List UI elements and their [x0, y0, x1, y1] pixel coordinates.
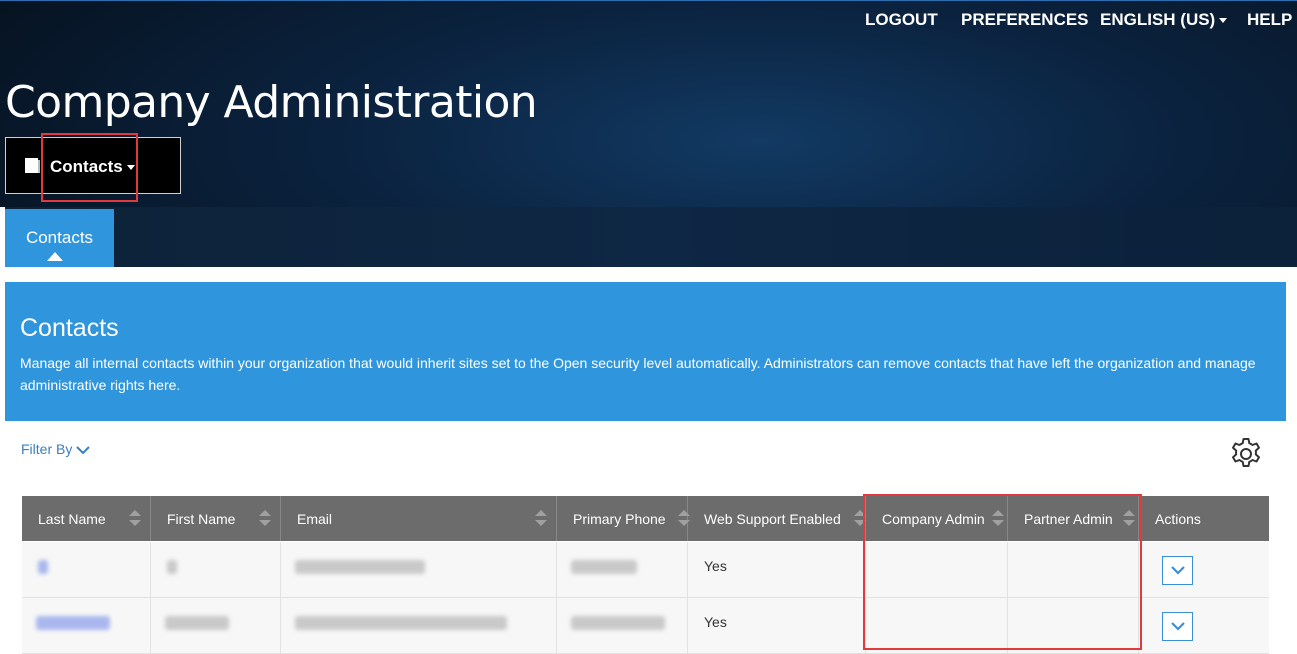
table-row: Yes [22, 598, 1269, 654]
module-dropdown-label: Contacts [50, 157, 123, 176]
chevron-down-icon [76, 446, 91, 455]
table-header: Last Name First Name Email Primary Phone… [22, 496, 1269, 541]
redacted-text [295, 616, 507, 630]
row-actions-button[interactable] [1162, 612, 1193, 641]
tab-bar: Contacts [5, 207, 1297, 267]
caret-down-icon [1219, 18, 1228, 24]
active-tab-indicator [47, 252, 63, 261]
cell-company-admin [866, 542, 1008, 597]
cell-last-name[interactable] [22, 542, 151, 597]
cell-web-support-enabled: Yes [688, 598, 866, 653]
redacted-text [38, 560, 48, 574]
redacted-text [571, 560, 637, 574]
cell-actions [1139, 598, 1269, 653]
cell-primary-phone [557, 598, 688, 653]
section-description: Manage all internal contacts within your… [20, 355, 1256, 393]
column-header-actions: Actions [1139, 496, 1269, 541]
row-actions-button[interactable] [1162, 556, 1193, 585]
sort-icon [992, 510, 1004, 526]
cell-web-support-enabled: Yes [688, 542, 866, 597]
sort-icon [535, 510, 547, 526]
column-label: Last Name [38, 510, 106, 527]
cell-first-name [151, 542, 281, 597]
column-label: Email [297, 510, 333, 527]
web-support-value: Yes [704, 558, 727, 574]
redacted-text [165, 616, 229, 630]
chevron-down-icon [127, 165, 135, 170]
column-header-first-name[interactable]: First Name [151, 496, 281, 541]
filter-toggle[interactable]: Filter By [21, 441, 91, 457]
column-header-web-support-enabled[interactable]: Web Support Enabled [688, 496, 866, 541]
cell-email [281, 542, 557, 597]
column-header-email[interactable]: Email [281, 496, 557, 541]
cell-actions [1139, 542, 1269, 597]
column-label: Primary Phone [573, 510, 666, 527]
redacted-text [36, 616, 110, 630]
redacted-text [295, 560, 425, 574]
help-link[interactable]: HELP [1247, 10, 1292, 30]
cell-partner-admin [1008, 598, 1139, 653]
sort-icon [1123, 510, 1135, 526]
language-label: ENGLISH (US) [1100, 10, 1216, 29]
column-header-primary-phone[interactable]: Primary Phone [557, 496, 690, 541]
cell-primary-phone [557, 542, 688, 597]
cell-partner-admin [1008, 542, 1139, 597]
cell-last-name[interactable] [22, 598, 151, 653]
column-label: Company Admin [882, 510, 985, 527]
sort-icon [854, 510, 866, 526]
language-dropdown[interactable]: ENGLISH (US) [1100, 10, 1228, 30]
info-banner: Contacts Manage all internal contacts wi… [5, 282, 1286, 421]
redacted-text [571, 616, 665, 630]
column-header-last-name[interactable]: Last Name [22, 496, 151, 541]
preferences-link[interactable]: PREFERENCES [961, 10, 1089, 30]
chevron-down-icon [1170, 622, 1185, 631]
column-label: Web Support Enabled [704, 510, 841, 527]
cell-company-admin [866, 598, 1008, 653]
column-label: Actions [1155, 510, 1201, 527]
column-header-company-admin[interactable]: Company Admin [866, 496, 1008, 541]
site-header: LOGOUT PREFERENCES ENGLISH (US) HELP Com… [0, 0, 1297, 207]
section-title: Contacts [20, 314, 119, 342]
filter-label: Filter By [21, 441, 73, 457]
cell-first-name [151, 598, 281, 653]
module-dropdown[interactable]: Contacts [5, 137, 181, 194]
logout-link[interactable]: LOGOUT [865, 10, 938, 30]
page-title: Company Administration [5, 77, 538, 128]
column-label: First Name [167, 510, 236, 527]
sort-icon [259, 510, 271, 526]
cell-email [281, 598, 557, 653]
gear-icon[interactable] [1228, 436, 1264, 477]
book-icon [24, 157, 41, 179]
sort-icon [129, 510, 141, 526]
column-label: Partner Admin [1024, 510, 1113, 527]
web-support-value: Yes [704, 614, 727, 630]
table-row: Yes [22, 542, 1269, 598]
chevron-down-icon [1170, 566, 1185, 575]
column-header-partner-admin[interactable]: Partner Admin [1008, 496, 1139, 541]
redacted-text [167, 560, 177, 574]
